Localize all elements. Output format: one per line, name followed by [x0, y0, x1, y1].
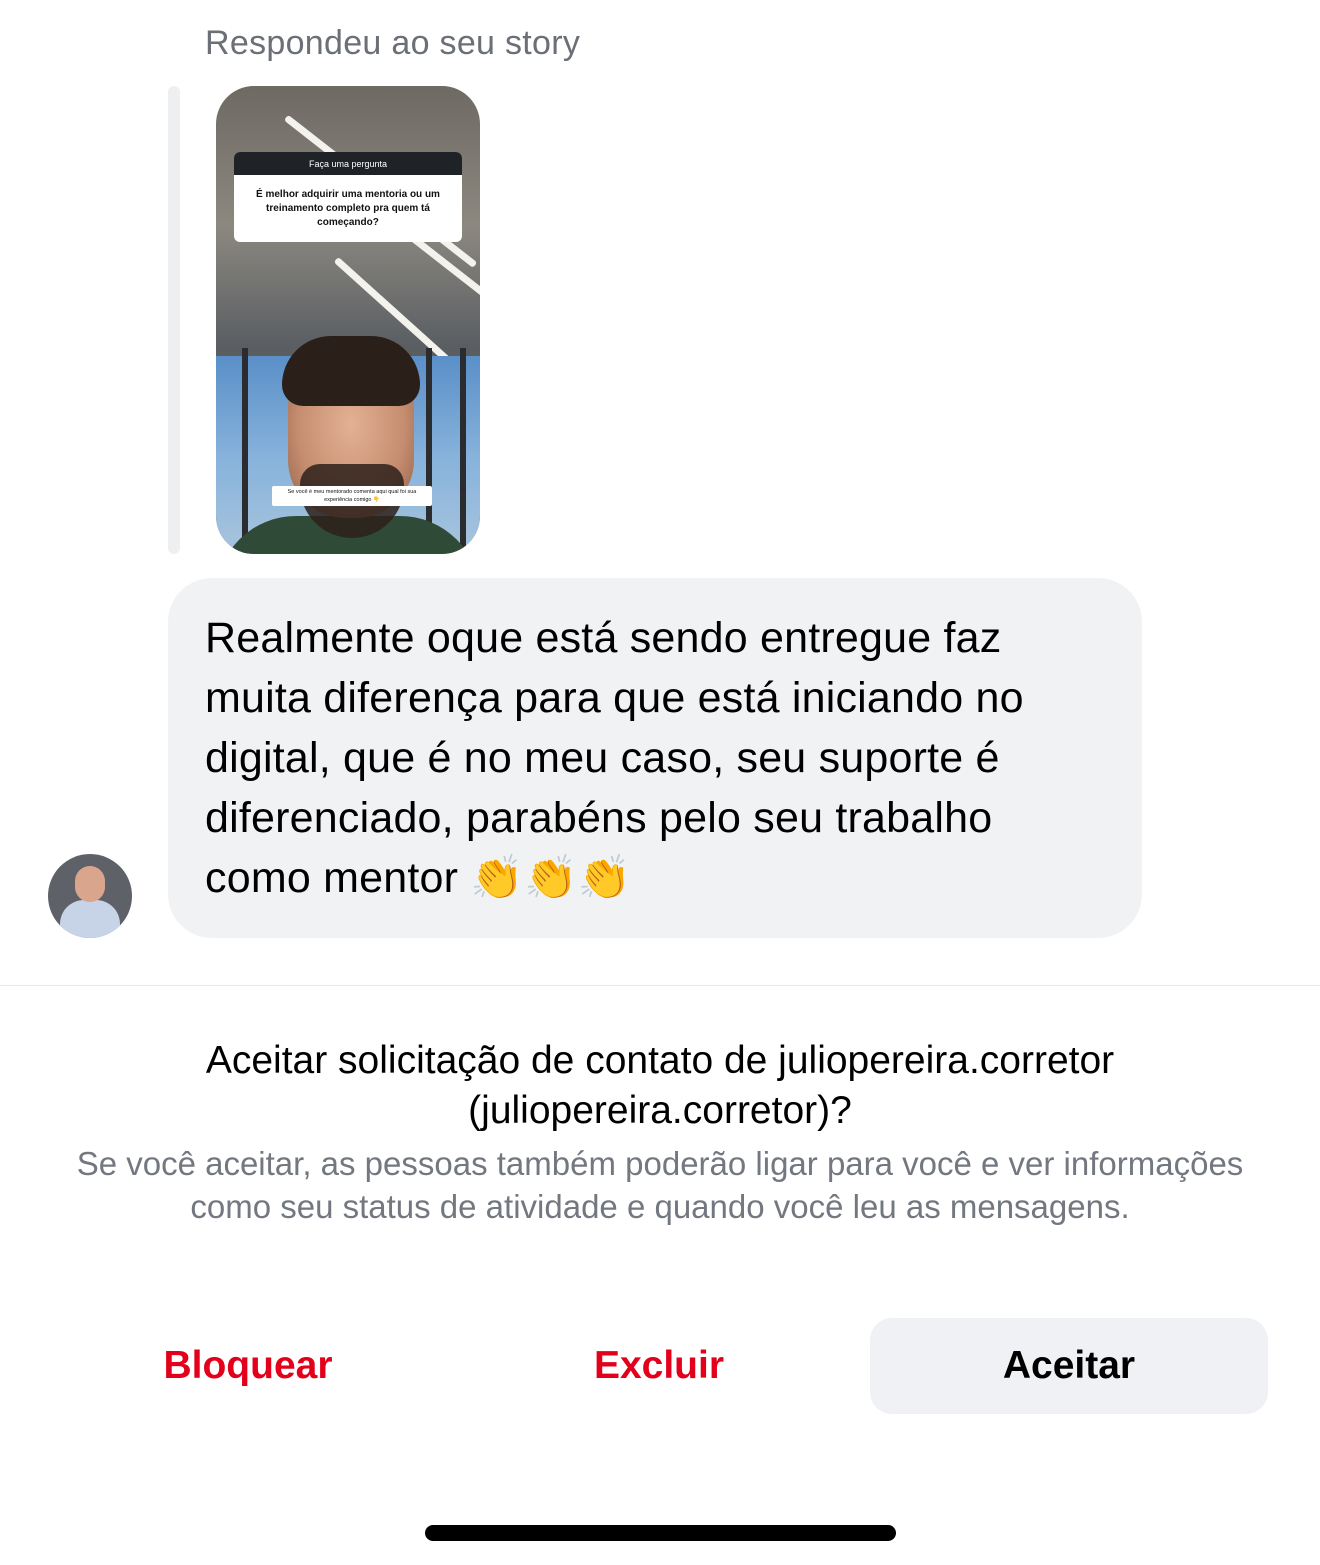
question-sticker: Faça uma pergunta É melhor adquirir uma … — [234, 152, 462, 242]
person-hair — [282, 336, 420, 406]
request-description: Se você aceitar, as pessoas também poder… — [76, 1145, 1244, 1225]
question-sticker-header: Faça uma pergunta — [234, 152, 462, 175]
delete-button[interactable]: Excluir — [459, 1318, 859, 1414]
window-frame — [242, 348, 248, 554]
block-button[interactable]: Bloquear — [48, 1318, 448, 1414]
avatar-head — [75, 866, 105, 902]
request-title: Aceitar solicitação de contato de juliop… — [205, 1039, 1115, 1132]
story-reply-caption: Respondeu ao seu story — [205, 24, 581, 62]
home-indicator[interactable] — [425, 1525, 896, 1541]
story-text-sticker: Se você é meu mentorado comenta aqui qua… — [272, 486, 432, 506]
reply-indicator-bar — [168, 86, 180, 554]
divider — [0, 985, 1320, 986]
story-thumbnail[interactable]: Faça uma pergunta É melhor adquirir uma … — [216, 86, 480, 554]
accept-button[interactable]: Aceitar — [870, 1318, 1268, 1414]
message-bubble: Realmente oque está sendo entregue faz m… — [168, 578, 1142, 938]
question-sticker-text: É melhor adquirir uma mentoria ou um tre… — [256, 189, 440, 228]
avatar-body — [60, 900, 120, 938]
avatar[interactable] — [48, 854, 132, 938]
window-frame — [460, 348, 466, 554]
